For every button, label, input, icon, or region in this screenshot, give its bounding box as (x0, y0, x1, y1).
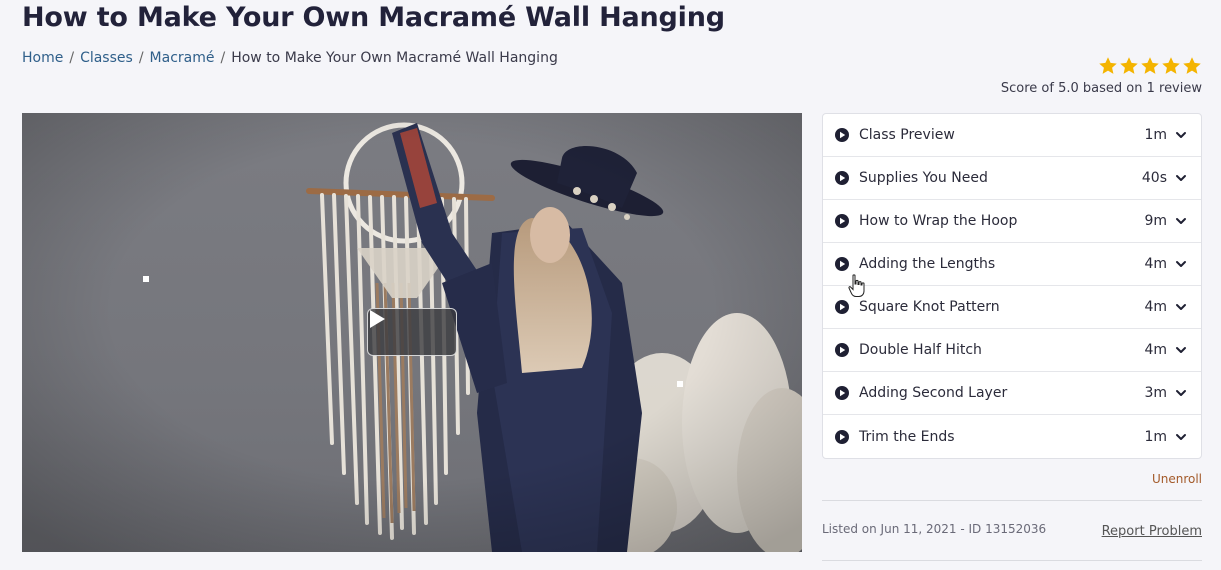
video-player[interactable] (22, 113, 802, 552)
lesson-duration: 1m (1144, 127, 1167, 143)
video-play-button[interactable] (367, 308, 457, 356)
chevron-down-icon[interactable] (1175, 344, 1187, 356)
lesson-item[interactable]: Adding Second Layer 3m (823, 372, 1201, 415)
lesson-title: Adding the Lengths (859, 256, 996, 272)
lesson-list: Class Preview 1m Supplies You Need 40s How t… (822, 113, 1202, 459)
star-icon (1120, 57, 1138, 74)
lesson-item[interactable]: Class Preview 1m (823, 114, 1201, 157)
breadcrumb-macrame[interactable]: Macramé (150, 50, 215, 66)
star-icon (1183, 57, 1201, 74)
chevron-down-icon[interactable] (1175, 431, 1187, 443)
hand-pointer-cursor-icon (848, 274, 865, 297)
chevron-down-icon[interactable] (1175, 387, 1187, 399)
lesson-item[interactable]: How to Wrap the Hoop 9m (823, 200, 1201, 243)
divider (822, 500, 1202, 501)
listing-info: Listed on Jun 11, 2021 - ID 13152036 (822, 522, 1047, 536)
lesson-title: Class Preview (859, 127, 955, 143)
lesson-duration: 4m (1144, 256, 1167, 272)
page-title: How to Make Your Own Macramé Wall Hangin… (22, 2, 725, 33)
chevron-down-icon[interactable] (1175, 129, 1187, 141)
breadcrumb-home[interactable]: Home (22, 50, 63, 66)
play-icon (370, 310, 385, 328)
lesson-duration: 40s (1141, 170, 1167, 186)
chevron-down-icon[interactable] (1175, 258, 1187, 270)
lesson-item[interactable]: Trim the Ends 1m (823, 415, 1201, 458)
breadcrumb-current: How to Make Your Own Macramé Wall Hangin… (231, 50, 558, 66)
star-icon (1141, 57, 1159, 74)
play-circle-icon (835, 429, 849, 444)
lesson-duration: 4m (1144, 299, 1167, 315)
lesson-title: How to Wrap the Hoop (859, 213, 1018, 229)
chevron-down-icon[interactable] (1175, 215, 1187, 227)
lesson-title: Square Knot Pattern (859, 299, 1000, 315)
lesson-item[interactable]: Adding the Lengths 4m (823, 243, 1201, 286)
breadcrumb-separator: / (69, 50, 75, 66)
star-rating (1001, 56, 1202, 76)
unenroll-link[interactable]: Unenroll (1152, 472, 1202, 486)
lesson-duration: 3m (1144, 385, 1167, 401)
lesson-title: Supplies You Need (859, 170, 988, 186)
play-circle-icon (835, 343, 849, 357)
breadcrumb-classes[interactable]: Classes (80, 50, 133, 66)
lesson-item[interactable]: Supplies You Need 40s (823, 157, 1201, 200)
star-icon (1162, 57, 1180, 74)
lesson-item[interactable]: Double Half Hitch 4m (823, 329, 1201, 372)
play-circle-icon (835, 300, 849, 314)
divider (822, 560, 1202, 561)
play-circle-icon (835, 171, 849, 185)
breadcrumb-separator: / (220, 50, 226, 66)
lesson-duration: 9m (1144, 213, 1167, 229)
lesson-title: Trim the Ends (859, 428, 955, 445)
lesson-duration: 1m (1144, 428, 1167, 445)
report-problem-link[interactable]: Report Problem (1102, 524, 1202, 539)
play-circle-icon (835, 128, 849, 142)
rating-text: Score of 5.0 based on 1 review (1000, 81, 1202, 96)
lesson-item[interactable]: Square Knot Pattern 4m (823, 286, 1201, 329)
lesson-title: Double Half Hitch (859, 342, 982, 358)
play-circle-icon (835, 386, 849, 400)
breadcrumb: Home / Classes / Macramé / How to Make Your Ow… (22, 50, 558, 66)
star-icon (1099, 57, 1117, 74)
lesson-duration: 4m (1144, 342, 1167, 358)
lesson-title: Adding Second Layer (859, 385, 1008, 401)
chevron-down-icon[interactable] (1175, 301, 1187, 313)
play-circle-icon (835, 214, 849, 228)
rating: Score of 5.0 based on 1 review (1001, 56, 1202, 96)
breadcrumb-separator: / (138, 50, 144, 66)
chevron-down-icon[interactable] (1175, 172, 1187, 184)
play-circle-icon (835, 257, 849, 271)
